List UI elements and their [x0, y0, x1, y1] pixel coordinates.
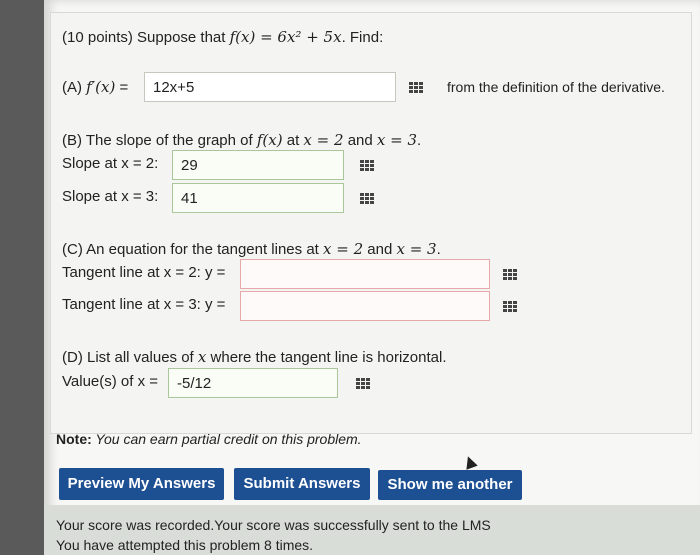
- equation-editor-icon[interactable]: [503, 269, 517, 281]
- slope2-label: Slope at x = 2:: [62, 155, 159, 172]
- note-text: You can earn partial credit on this prob…: [91, 431, 362, 447]
- slope2-answer-input[interactable]: 29: [172, 150, 344, 180]
- partC-and: and: [363, 241, 397, 258]
- partC-label: (C) An equation for the tangent lines at…: [62, 240, 441, 258]
- partA-derivative: f′(x): [86, 78, 116, 96]
- values-label: Value(s) of x =: [62, 373, 159, 390]
- partC-end: .: [436, 241, 441, 258]
- partA-suffix: from the definition of the derivative.: [447, 79, 665, 95]
- partA-eq: =: [115, 79, 129, 96]
- preview-answers-button[interactable]: Preview My Answers: [59, 468, 224, 500]
- partC-x3: x = 3: [396, 240, 437, 258]
- partB-and: and: [343, 132, 377, 149]
- partB-mid: at: [282, 132, 304, 149]
- intro-suffix: . Find:: [341, 29, 384, 46]
- equation-editor-icon[interactable]: [356, 378, 370, 390]
- note-bold: Note:: [56, 431, 92, 447]
- status-attempts: You have attempted this problem 8 times.: [56, 537, 314, 553]
- partC-x2: x = 2: [323, 240, 364, 258]
- partB-end: .: [417, 132, 422, 149]
- partial-credit-note: Note: You can earn partial credit on thi…: [56, 431, 362, 447]
- partB-label: (B) The slope of the graph of f(x) at x …: [62, 131, 421, 149]
- tangent2-answer-input[interactable]: [240, 259, 490, 289]
- partA-prefix: (A): [62, 79, 87, 96]
- equation-editor-icon[interactable]: [360, 160, 374, 172]
- intro-prefix: (10 points) Suppose that: [62, 29, 230, 46]
- partD-label: (D) List all values of x where the tange…: [62, 348, 447, 366]
- tangent2-label: Tangent line at x = 2: y =: [62, 264, 226, 281]
- partD-suffix: where the tangent line is horizontal.: [206, 349, 447, 366]
- equation-editor-icon[interactable]: [360, 193, 374, 205]
- equation-editor-icon[interactable]: [409, 82, 423, 94]
- values-answer-input[interactable]: -5/12: [168, 368, 338, 398]
- submit-answers-button[interactable]: Submit Answers: [234, 468, 370, 500]
- tangent3-answer-input[interactable]: [240, 291, 490, 321]
- partC-prefix: (C) An equation for the tangent lines at: [62, 241, 323, 258]
- partB-x3: x = 3: [376, 131, 418, 149]
- partA-label: (A) f′(x) =: [62, 78, 128, 96]
- equation-editor-icon[interactable]: [503, 301, 517, 313]
- slope3-answer-input[interactable]: 41: [172, 183, 344, 213]
- partB-x2: x = 2: [303, 131, 344, 149]
- show-me-another-button[interactable]: Show me another: [378, 470, 522, 500]
- intro-function: f(x) = 6x² + 5x: [229, 28, 342, 46]
- partB-prefix: (B) The slope of the graph of: [62, 132, 257, 149]
- partD-prefix: (D) List all values of: [62, 349, 198, 366]
- partA-answer-input[interactable]: 12x+5: [144, 72, 396, 102]
- problem-intro: (10 points) Suppose that f(x) = 6x² + 5x…: [62, 28, 383, 46]
- status-recorded: Your score was recorded.Your score was s…: [56, 517, 491, 533]
- tangent3-label: Tangent line at x = 3: y =: [62, 296, 226, 313]
- partB-fx: f(x): [256, 131, 283, 149]
- slope3-label: Slope at x = 3:: [62, 188, 159, 205]
